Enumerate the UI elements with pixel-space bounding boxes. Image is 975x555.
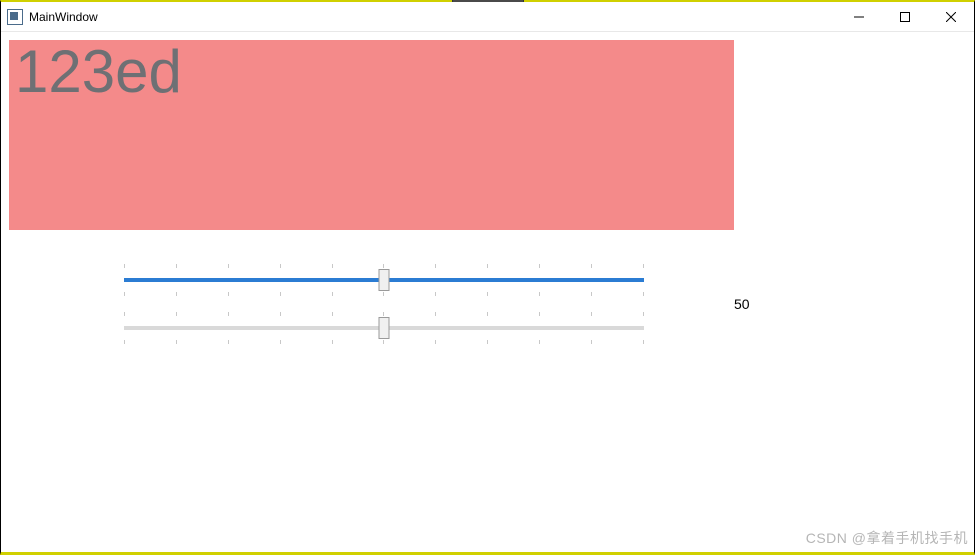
- close-button[interactable]: [928, 2, 974, 31]
- maximize-icon: [900, 12, 910, 22]
- minimize-button[interactable]: [836, 2, 882, 31]
- slider-thumb[interactable]: [379, 269, 390, 291]
- app-icon: [7, 9, 23, 25]
- window-title: MainWindow: [29, 10, 98, 24]
- slider-ticks-bottom: [124, 340, 644, 344]
- slider-ticks-top: [124, 264, 644, 268]
- slider-primary[interactable]: [124, 270, 644, 290]
- close-icon: [946, 12, 956, 22]
- title-bar-left: MainWindow: [7, 9, 98, 25]
- slider-thumb[interactable]: [379, 317, 390, 339]
- text-display[interactable]: 123ed: [9, 40, 734, 230]
- slider-ticks-top: [124, 312, 644, 316]
- client-area: 123ed: [1, 32, 974, 346]
- maximize-button[interactable]: [882, 2, 928, 31]
- watermark: CSDN @拿着手机找手机: [806, 528, 968, 548]
- window-controls: [836, 2, 974, 31]
- minimize-icon: [854, 12, 864, 22]
- slider-row: 50: [124, 270, 966, 338]
- slider-value-label: 50: [734, 296, 774, 312]
- slider-column: [124, 270, 644, 338]
- title-bar: MainWindow: [1, 2, 974, 32]
- slider-ticks-bottom: [124, 292, 644, 296]
- slider-secondary[interactable]: [124, 318, 644, 338]
